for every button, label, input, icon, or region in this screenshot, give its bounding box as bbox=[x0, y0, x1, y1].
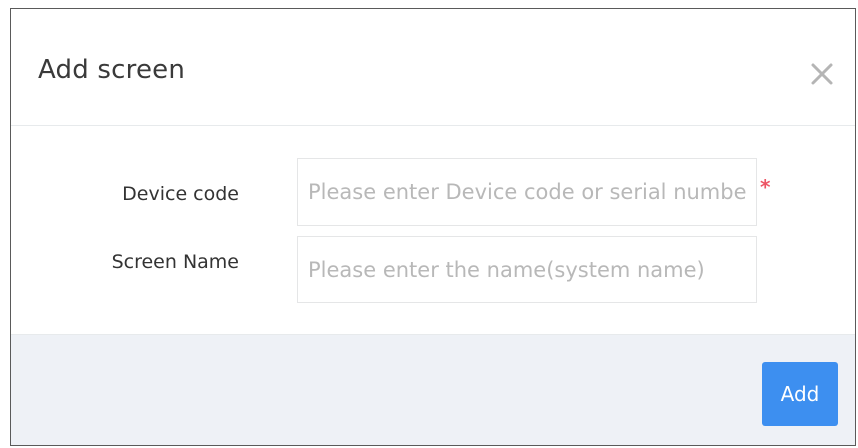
device-code-label: Device code bbox=[122, 183, 239, 205]
screen-name-label: Screen Name bbox=[111, 251, 239, 273]
screen-name-row: Screen Name bbox=[11, 236, 855, 304]
close-button[interactable] bbox=[807, 59, 837, 89]
add-button[interactable]: Add bbox=[762, 362, 838, 426]
required-marker: * bbox=[760, 175, 771, 199]
dialog-footer: Add bbox=[11, 334, 855, 445]
close-icon bbox=[811, 63, 833, 85]
add-screen-dialog: Add screen Device code * Screen Name Add bbox=[10, 8, 856, 446]
device-code-row: Device code * bbox=[11, 158, 855, 226]
device-code-input[interactable] bbox=[297, 158, 757, 226]
dialog-header: Add screen bbox=[11, 9, 855, 126]
dialog-title: Add screen bbox=[38, 55, 186, 85]
screen-name-input[interactable] bbox=[297, 236, 757, 303]
dialog-body: Device code * Screen Name bbox=[11, 126, 855, 334]
